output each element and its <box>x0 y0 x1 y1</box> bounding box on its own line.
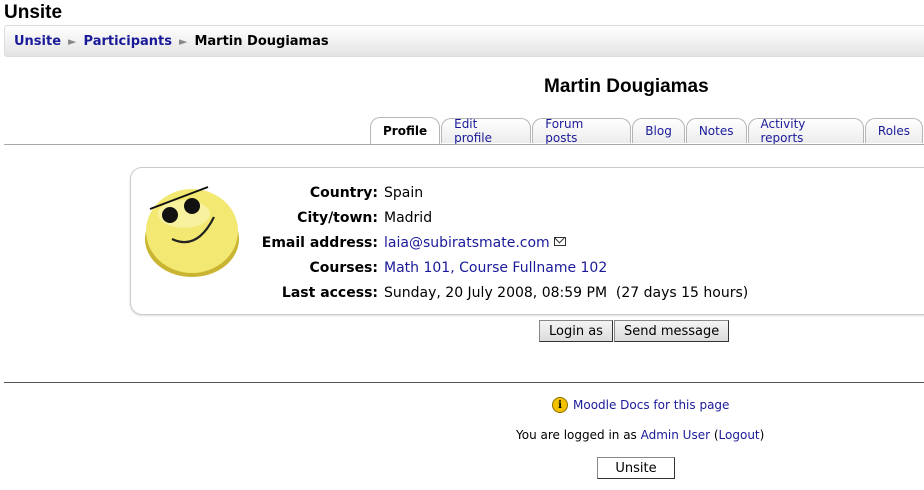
last-access-label: Last access: <box>281 284 378 301</box>
last-access-value: Sunday, 20 July 2008, 08:59 PM (27 days … <box>384 284 749 301</box>
profile-panel: Country: Spain City/town: Madrid Email a… <box>130 167 924 315</box>
country-value: Spain <box>384 184 424 201</box>
profile-tabs: Profile Edit profile Forum posts Blog No… <box>370 117 924 145</box>
login-info: You are logged in as Admin User (Logout) <box>516 428 765 442</box>
send-message-button[interactable]: Send message <box>613 320 730 342</box>
breadcrumb-home-link[interactable]: Unsite <box>14 34 61 49</box>
breadcrumb-separator-icon: ► <box>179 34 188 48</box>
course-separator: , <box>450 259 460 276</box>
envelope-icon[interactable] <box>553 236 566 246</box>
profile-fields: Country: Spain City/town: Madrid Email a… <box>246 180 748 305</box>
footer-divider <box>4 382 924 383</box>
email-link[interactable]: laia@subiratsmate.com <box>384 235 550 251</box>
smiley-sunglasses-icon <box>142 179 242 279</box>
field-row-email: Email address: laia@subiratsmate.com <box>246 230 748 255</box>
tab-forum-posts[interactable]: Forum posts <box>532 117 632 145</box>
tab-divider <box>4 144 924 145</box>
country-label: Country: <box>309 184 378 201</box>
field-row-city: City/town: Madrid <box>246 205 748 230</box>
logout-link[interactable]: Logout <box>719 428 760 442</box>
tab-blog[interactable]: Blog <box>632 118 685 143</box>
breadcrumb-participants-link[interactable]: Participants <box>84 34 172 49</box>
login-as-button[interactable]: Login as <box>539 320 613 342</box>
moodle-docs: i Moodle Docs for this page <box>552 397 729 413</box>
tab-activity-reports[interactable]: Activity reports <box>747 117 864 145</box>
course-link-math-101[interactable]: Math 101 <box>384 260 450 276</box>
home-button[interactable]: Unsite <box>597 457 675 479</box>
city-label: City/town: <box>297 209 378 226</box>
tab-notes[interactable]: Notes <box>685 118 747 143</box>
tab-roles[interactable]: Roles <box>864 118 923 143</box>
info-icon: i <box>552 397 568 413</box>
courses-label: Courses: <box>309 259 378 276</box>
course-link-fullname-102[interactable]: Course Fullname 102 <box>459 260 607 276</box>
login-info-text: You are logged in as <box>516 428 641 442</box>
tab-edit-profile[interactable]: Edit profile <box>441 117 532 145</box>
field-row-last-access: Last access: Sunday, 20 July 2008, 08:59… <box>246 280 748 305</box>
site-title: Unsite <box>4 2 63 23</box>
breadcrumb-separator-icon: ► <box>68 34 77 48</box>
field-row-courses: Courses: Math 101, Course Fullname 102 <box>246 255 748 280</box>
tab-profile[interactable]: Profile <box>370 117 441 144</box>
field-row-country: Country: Spain <box>246 180 748 205</box>
user-profile-link[interactable]: Admin User <box>641 428 710 442</box>
page-title: Martin Dougiamas <box>544 76 709 97</box>
breadcrumb: Unsite ► Participants ► Martin Dougiamas <box>4 25 924 57</box>
breadcrumb-current: Martin Dougiamas <box>194 33 329 49</box>
city-value: Madrid <box>384 209 433 226</box>
email-label: Email address: <box>261 234 378 251</box>
profile-actions: Login as Send message <box>539 320 730 342</box>
moodle-docs-link[interactable]: Moodle Docs for this page <box>573 398 729 412</box>
